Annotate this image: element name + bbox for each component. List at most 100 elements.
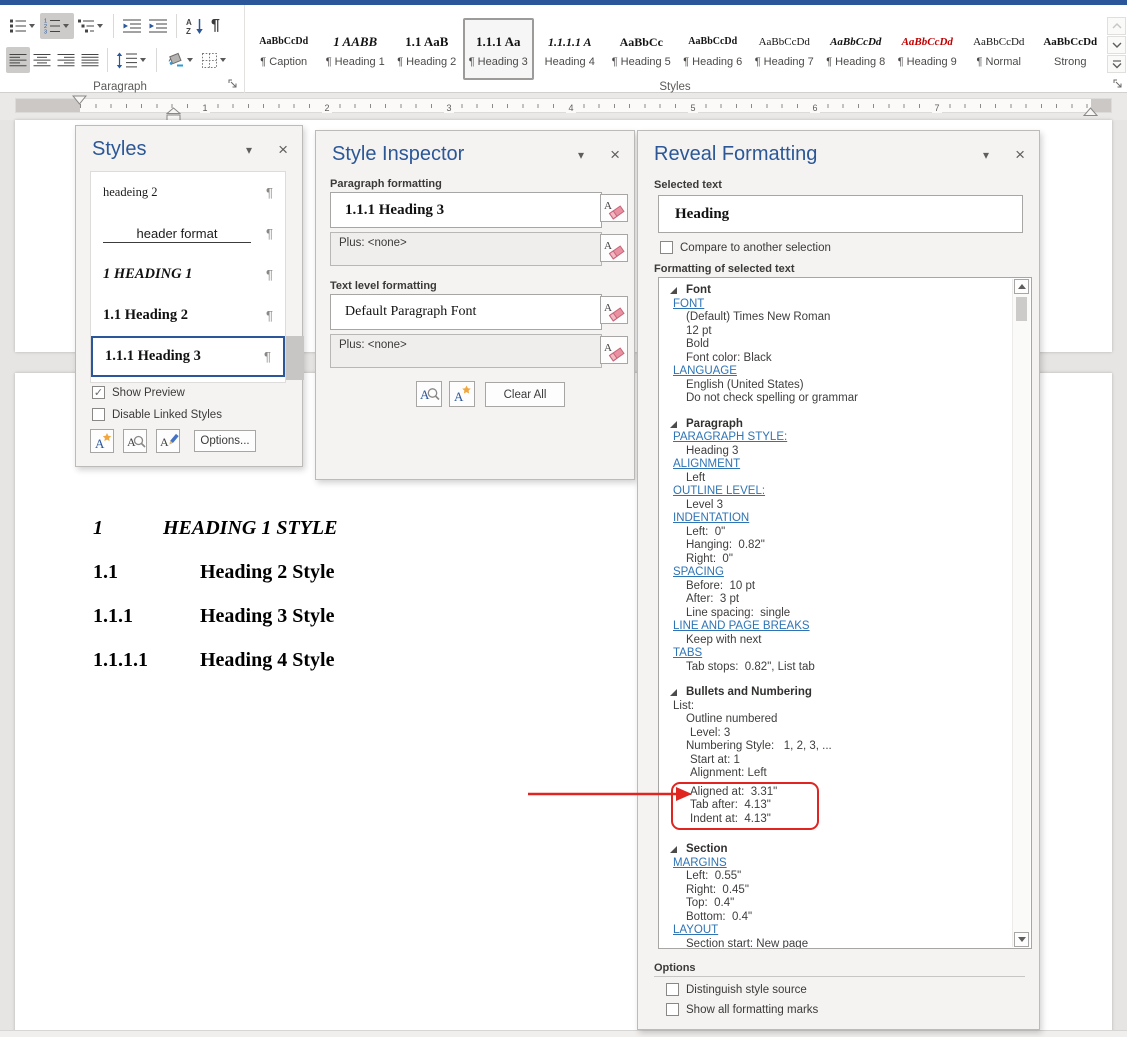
line-spacing-button[interactable] (113, 47, 151, 73)
pilcrow-icon: ¶ (266, 308, 273, 323)
paragraph-dialog-launcher[interactable] (228, 79, 240, 91)
line-page-breaks-link[interactable]: LINE AND PAGE BREAKS (659, 620, 1007, 634)
borders-button[interactable] (198, 47, 231, 73)
chevron-down-icon[interactable]: ▾ (578, 148, 584, 162)
increase-indent-button[interactable] (145, 13, 171, 39)
reset-text-plus-button[interactable]: A (600, 336, 628, 364)
checkbox-unchecked-icon[interactable] (666, 1003, 679, 1016)
style-gallery-item-heading-1[interactable]: 1 AABB ¶ Heading 1 (320, 18, 392, 80)
chevron-down-icon[interactable] (29, 24, 35, 28)
align-right-button[interactable] (54, 47, 78, 73)
style-label: ¶ Heading 6 (683, 55, 743, 68)
first-line-indent-marker[interactable] (72, 95, 87, 105)
style-gallery-item-heading-8[interactable]: AaBbCcDd ¶ Heading 8 (820, 18, 892, 80)
style-gallery-item-heading-6[interactable]: AaBbCcDd ¶ Heading 6 (677, 18, 749, 80)
checkbox-unchecked-icon[interactable] (666, 983, 679, 996)
numbering-button[interactable]: 123 (40, 13, 74, 39)
paragraph-style-link[interactable]: PARAGRAPH STYLE: (659, 431, 1007, 445)
heading-3-line[interactable]: 1.1.1 Heading 3 Style (93, 601, 337, 631)
heading-1-line[interactable]: 1 HEADING 1 STYLE (93, 513, 337, 543)
multilevel-list-button[interactable] (74, 13, 108, 39)
chevron-down-icon[interactable] (140, 58, 146, 62)
ruler[interactable]: 1 2 3 4 5 6 7 (0, 93, 1127, 121)
reset-paragraph-style-button[interactable]: A (600, 194, 628, 222)
style-gallery-item-normal[interactable]: AaBbCcDd ¶ Normal (963, 18, 1035, 80)
chevron-down-icon[interactable]: ▾ (983, 148, 989, 162)
compare-checkbox-row[interactable]: Compare to another selection (660, 241, 831, 254)
style-gallery-item-heading-9[interactable]: AaBbCcDd ¶ Heading 9 (892, 18, 964, 80)
close-icon[interactable]: × (610, 146, 620, 163)
clear-all-button[interactable]: Clear All (485, 382, 565, 407)
close-icon[interactable]: × (1015, 146, 1025, 163)
style-inspector-button[interactable]: A (123, 429, 147, 453)
reveal-formatting-button[interactable]: A (416, 381, 442, 407)
sort-button[interactable]: AZ (182, 13, 208, 39)
style-gallery-item-heading-5[interactable]: AaBbCc ¶ Heading 5 (606, 18, 678, 80)
style-item-heading-1[interactable]: 1 HEADING 1 ¶ (91, 254, 285, 295)
tree-scrollbar-thumb[interactable] (1016, 297, 1027, 321)
new-style-button[interactable]: A (90, 429, 114, 453)
align-left-button[interactable] (6, 47, 30, 73)
chevron-down-icon[interactable] (220, 58, 226, 62)
show-formatting-marks-button[interactable]: ¶ (208, 13, 223, 39)
language-link[interactable]: LANGUAGE (659, 365, 1007, 379)
heading-2-line[interactable]: 1.1 Heading 2 Style (93, 557, 337, 587)
style-item-header-format[interactable]: header format ¶ (91, 213, 285, 254)
justify-button[interactable] (78, 47, 102, 73)
distinguish-style-source-row[interactable]: Distinguish style source (666, 983, 807, 996)
bullets-button[interactable] (6, 13, 40, 39)
chevron-down-icon[interactable] (63, 24, 69, 28)
new-style-button[interactable]: A (449, 381, 475, 407)
close-icon[interactable]: × (278, 141, 288, 158)
align-center-button[interactable] (30, 47, 54, 73)
styles-dialog-launcher[interactable] (1113, 79, 1125, 91)
font-link[interactable]: FONT (659, 298, 1007, 312)
outline-level-link[interactable]: OUTLINE LEVEL: (659, 485, 1007, 499)
spacing-link[interactable]: SPACING (659, 566, 1007, 580)
styles-panel-title: Styles (92, 138, 147, 160)
chevron-down-icon[interactable]: ▾ (246, 143, 252, 157)
indentation-link[interactable]: INDENTATION (659, 512, 1007, 526)
alignment-link[interactable]: ALIGNMENT (659, 458, 1007, 472)
paragraph-section-header[interactable]: Paragraph (659, 418, 1007, 432)
layout-link[interactable]: LAYOUT (659, 924, 1007, 938)
gallery-scroll-down-button[interactable] (1107, 36, 1126, 54)
gallery-more-button[interactable] (1107, 55, 1126, 73)
style-item-heading-2[interactable]: 1.1 Heading 2 ¶ (91, 295, 285, 336)
chevron-down-icon[interactable] (97, 24, 103, 28)
gallery-scroll-up-button[interactable] (1107, 17, 1126, 35)
margins-link[interactable]: MARGINS (659, 857, 1007, 871)
tabs-link[interactable]: TABS (659, 647, 1007, 661)
style-gallery-item-heading-2[interactable]: 1.1 AaB ¶ Heading 2 (391, 18, 463, 80)
reset-text-style-button[interactable]: A (600, 296, 628, 324)
style-gallery-item-strong[interactable]: AaBbCcDd Strong (1035, 18, 1107, 80)
style-item-headeing-2[interactable]: headeing 2 ¶ (91, 172, 285, 213)
disable-linked-styles-checkbox-row[interactable]: Disable Linked Styles (92, 408, 222, 421)
tree-scroll-down-button[interactable] (1014, 932, 1029, 947)
style-gallery-item-caption[interactable]: AaBbCcDd ¶ Caption (248, 18, 320, 80)
checkbox-unchecked-icon[interactable] (92, 408, 105, 421)
tree-scrollbar[interactable] (1012, 279, 1030, 947)
reset-paragraph-plus-button[interactable]: A (600, 234, 628, 262)
style-gallery-item-heading-3[interactable]: 1.1.1 Aa ¶ Heading 3 (462, 18, 534, 80)
style-gallery-item-heading-4[interactable]: 1.1.1.1 A Heading 4 (534, 18, 606, 80)
checkbox-unchecked-icon[interactable] (660, 241, 673, 254)
options-button[interactable]: Options... (194, 430, 256, 452)
right-indent-marker[interactable] (1083, 107, 1098, 117)
formatting-tree: Font FONT (Default) Times New Roman 12 p… (658, 277, 1032, 949)
tree-scroll-up-button[interactable] (1014, 279, 1029, 294)
style-item-heading-3-selected[interactable]: 1.1.1 Heading 3 ¶ (91, 336, 285, 377)
bullets-numbering-section-header[interactable]: Bullets and Numbering (659, 686, 1007, 700)
styles-list-scrollbar-thumb[interactable] (286, 336, 304, 380)
show-all-formatting-marks-row[interactable]: Show all formatting marks (666, 1003, 818, 1016)
chevron-down-icon[interactable] (187, 58, 193, 62)
style-gallery-item-heading-7[interactable]: AaBbCcDd ¶ Heading 7 (749, 18, 821, 80)
shading-button[interactable] (162, 47, 198, 73)
font-section-header[interactable]: Font (659, 284, 1007, 298)
manage-styles-button[interactable]: A (156, 429, 180, 453)
section-section-header[interactable]: Section (659, 843, 1007, 857)
decrease-indent-button[interactable] (119, 13, 145, 39)
show-preview-checkbox-row[interactable]: ✓ Show Preview (92, 386, 185, 399)
heading-4-line[interactable]: 1.1.1.1 Heading 4 Style (93, 645, 337, 675)
checkbox-checked-icon[interactable]: ✓ (92, 386, 105, 399)
